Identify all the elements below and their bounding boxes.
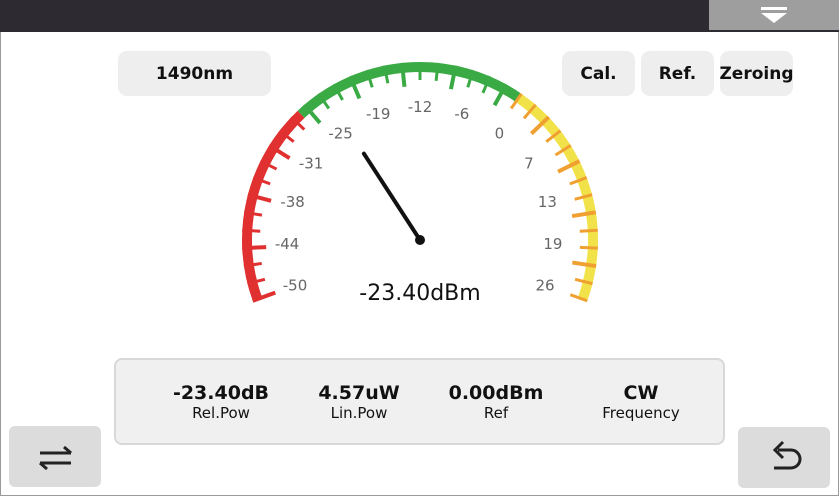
gauge-tick bbox=[579, 245, 598, 250]
gauge-tick-label: 13 bbox=[538, 193, 557, 211]
measurement-panel: -23.40dB Rel.Pow 4.57uW Lin.Pow 0.00dBm … bbox=[114, 358, 725, 445]
gauge-readout: -23.40dBm bbox=[359, 281, 480, 306]
gauge-tick bbox=[242, 245, 267, 251]
stat-value: -23.40dB bbox=[172, 382, 270, 404]
stat-value: CW bbox=[623, 382, 659, 404]
stat-label: Lin.Pow bbox=[330, 404, 388, 422]
gauge-tick-label: -31 bbox=[299, 155, 324, 173]
swap-arrows-icon bbox=[39, 445, 72, 471]
gauge-tick-label: -6 bbox=[454, 105, 469, 123]
gauge-tick-label: 26 bbox=[535, 277, 554, 295]
gauge-tick bbox=[242, 228, 261, 233]
return-arrow-icon bbox=[772, 440, 802, 470]
stat-label: Frequency bbox=[602, 404, 680, 422]
back-button[interactable] bbox=[738, 427, 830, 488]
gauge-tick-label: -25 bbox=[328, 124, 353, 142]
gauge-tick-label: -19 bbox=[366, 105, 391, 123]
gauge-tick bbox=[434, 62, 440, 81]
stat-value: 0.00dBm bbox=[448, 382, 544, 404]
power-gauge: -50 -44 -38 -31-25 -19 -12 -6 0 7 13 19 26 -23.40dB… bbox=[242, 62, 598, 306]
stat-label: Rel.Pow bbox=[192, 404, 250, 422]
stat-frequency: CW Frequency bbox=[566, 382, 716, 423]
gauge-tick-labels: -50 -44 -38 -31-25 -19 -12 -6 0 7 13 19 26 bbox=[275, 98, 563, 295]
gauge-tick bbox=[579, 228, 598, 233]
gauge-tick-label: 7 bbox=[524, 155, 534, 173]
gauge-tick-label: 0 bbox=[495, 124, 505, 142]
stat-label: Ref bbox=[483, 404, 509, 422]
gauge-tick-label: -50 bbox=[283, 277, 308, 295]
stat-lin-pow: 4.57uW Lin.Pow bbox=[284, 382, 434, 423]
gauge-needle-hub bbox=[415, 235, 425, 245]
stat-ref: 0.00dBm Ref bbox=[421, 382, 571, 423]
gauge-tick-label: 19 bbox=[543, 235, 562, 253]
gauge-tick-label: -38 bbox=[280, 193, 305, 211]
swap-button[interactable] bbox=[9, 426, 101, 487]
gauge-needle bbox=[361, 151, 422, 242]
gauge-tick-label: -12 bbox=[408, 98, 433, 116]
gauge-tick bbox=[400, 62, 407, 87]
stat-value: 4.57uW bbox=[318, 382, 400, 404]
gauge-tick-label: -44 bbox=[275, 235, 300, 253]
stat-rel-pow: -23.40dB Rel.Pow bbox=[146, 382, 296, 423]
